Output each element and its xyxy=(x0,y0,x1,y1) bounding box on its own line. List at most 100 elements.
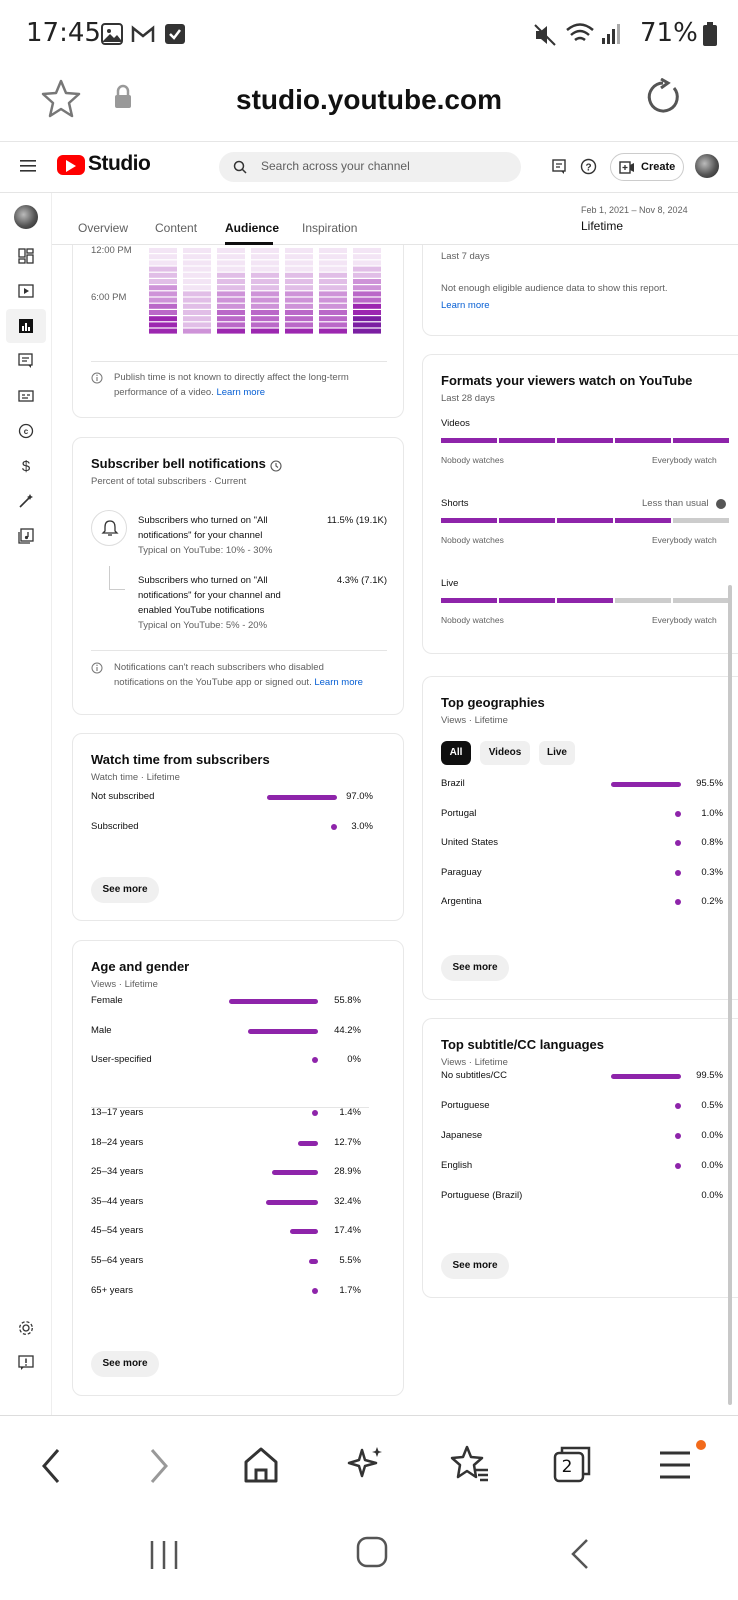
heatmap-cell xyxy=(183,285,211,291)
format-segment xyxy=(441,598,497,603)
heatmap-cell xyxy=(353,254,381,260)
heatmap-cell xyxy=(183,266,211,272)
checkbox-icon xyxy=(165,24,185,44)
heatmap-cell xyxy=(319,328,347,334)
bell-row1-line1: Subscribers who turned on "All xyxy=(138,515,268,526)
studio-logo-text[interactable]: Studio xyxy=(88,152,151,176)
filter-chip-videos[interactable]: Videos xyxy=(480,741,530,765)
account-avatar[interactable] xyxy=(695,154,719,178)
format-segment xyxy=(557,598,613,603)
format-segment xyxy=(499,518,555,523)
heatmap-cell xyxy=(183,248,211,253)
heatmap-cell xyxy=(183,272,211,278)
system-back-icon[interactable] xyxy=(568,1537,592,1571)
audience-message: Not enough eligible audience data to sho… xyxy=(441,283,668,294)
back-icon[interactable] xyxy=(38,1446,64,1486)
learn-more-link[interactable]: Learn more xyxy=(441,300,490,311)
filter-chip-all[interactable]: All xyxy=(441,741,471,765)
menu-icon[interactable] xyxy=(20,159,36,173)
row-value: 0.2% xyxy=(701,896,723,907)
scale-right: Everybody watch xyxy=(652,535,717,545)
recent-apps-icon[interactable] xyxy=(148,1538,180,1572)
date-range[interactable]: Feb 1, 2021 – Nov 8, 2024 xyxy=(581,205,688,215)
publish-time-card: 12:00 PM 6:00 PM Publish time is not kno… xyxy=(72,220,404,418)
heatmap-cell xyxy=(319,297,347,303)
copyright-icon[interactable]: c xyxy=(18,423,34,439)
bell-note-line2: notifications on the YouTube app or sign… xyxy=(114,677,363,688)
row-label: Female xyxy=(91,995,123,1006)
home-icon[interactable] xyxy=(242,1446,280,1484)
audio-library-icon[interactable] xyxy=(18,528,34,544)
see-more-button[interactable]: See more xyxy=(91,1351,159,1377)
scale-left: Nobody watches xyxy=(441,455,504,465)
see-more-button[interactable]: See more xyxy=(441,1253,509,1279)
learn-more-link[interactable]: Learn more xyxy=(216,387,265,398)
see-more-button[interactable]: See more xyxy=(441,955,509,981)
bookmarks-icon[interactable] xyxy=(450,1444,490,1484)
comments-icon[interactable] xyxy=(18,353,34,369)
heatmap-cell xyxy=(285,266,313,272)
tab-content[interactable]: Content xyxy=(155,221,197,235)
card-subtitle: Views · Lifetime xyxy=(91,979,158,990)
content-icon[interactable] xyxy=(18,283,34,299)
menu-icon[interactable] xyxy=(658,1450,692,1480)
heatmap-cell xyxy=(353,303,381,309)
heatmap-cell xyxy=(353,316,381,322)
heatmap-note-line1: Publish time is not known to directly af… xyxy=(114,372,349,383)
publish-time-heatmap xyxy=(149,248,381,334)
analytics-icon[interactable] xyxy=(18,318,34,334)
feedback-icon[interactable] xyxy=(18,1355,34,1371)
heatmap-cell xyxy=(319,272,347,278)
audience-period: Last 7 days xyxy=(441,251,490,262)
heatmap-cell xyxy=(285,303,313,309)
customization-icon[interactable] xyxy=(18,493,34,509)
card-title: Age and gender xyxy=(91,959,190,974)
heatmap-cell xyxy=(319,303,347,309)
channel-avatar[interactable] xyxy=(14,205,38,229)
heatmap-cell xyxy=(149,303,177,309)
tab-audience[interactable]: Audience xyxy=(225,221,279,235)
create-button[interactable]: Create xyxy=(610,153,684,181)
heatmap-cell xyxy=(149,297,177,303)
format-segment xyxy=(673,518,729,523)
format-segment xyxy=(615,518,671,523)
bell-icon-circle xyxy=(91,510,127,546)
see-more-button[interactable]: See more xyxy=(91,877,159,903)
forward-icon[interactable] xyxy=(146,1446,172,1486)
trend-down-icon xyxy=(716,499,726,509)
heatmap-cell xyxy=(217,310,245,315)
page-scrollbar[interactable] xyxy=(728,585,732,1405)
row-label: Not subscribed xyxy=(91,791,155,802)
heatmap-cell xyxy=(251,328,279,334)
tab-inspiration[interactable]: Inspiration xyxy=(302,221,357,235)
tab-overview[interactable]: Overview xyxy=(78,221,128,235)
geographies-card: Top geographies Views · Lifetime All Vide… xyxy=(422,676,738,1000)
status-bar: 17:45 71% xyxy=(0,0,738,70)
scale-left: Nobody watches xyxy=(441,615,504,625)
row-value: 32.4% xyxy=(334,1195,361,1207)
heatmap-cell xyxy=(319,279,347,284)
heatmap-cell xyxy=(251,266,279,272)
create-video-icon xyxy=(619,161,634,174)
format-segment xyxy=(673,438,729,443)
home-button-icon[interactable] xyxy=(355,1535,389,1569)
ai-sparkle-icon[interactable] xyxy=(346,1444,386,1484)
subtitles-icon[interactable] xyxy=(18,388,34,404)
earn-icon[interactable]: $ xyxy=(18,458,34,474)
info-icon xyxy=(91,372,103,384)
battery-percent: 71% xyxy=(640,18,698,48)
url-text[interactable]: studio.youtube.com xyxy=(0,84,738,116)
learn-more-link[interactable]: Learn more xyxy=(314,677,363,688)
comment-icon[interactable] xyxy=(552,159,566,175)
filter-chip-live[interactable]: Live xyxy=(539,741,575,765)
help-icon[interactable]: ? xyxy=(580,158,597,175)
date-range-label[interactable]: Lifetime xyxy=(581,219,623,233)
dashboard-icon[interactable] xyxy=(18,248,34,264)
heatmap-cell xyxy=(217,248,245,253)
reload-icon[interactable] xyxy=(644,78,682,116)
age-gender-card: Age and gender Views · Lifetime Female 55… xyxy=(72,940,404,1396)
settings-icon[interactable] xyxy=(18,1320,34,1336)
row-value: 0% xyxy=(347,1054,361,1065)
search-input[interactable]: Search across your channel xyxy=(219,152,521,182)
heatmap-cell xyxy=(217,303,245,309)
